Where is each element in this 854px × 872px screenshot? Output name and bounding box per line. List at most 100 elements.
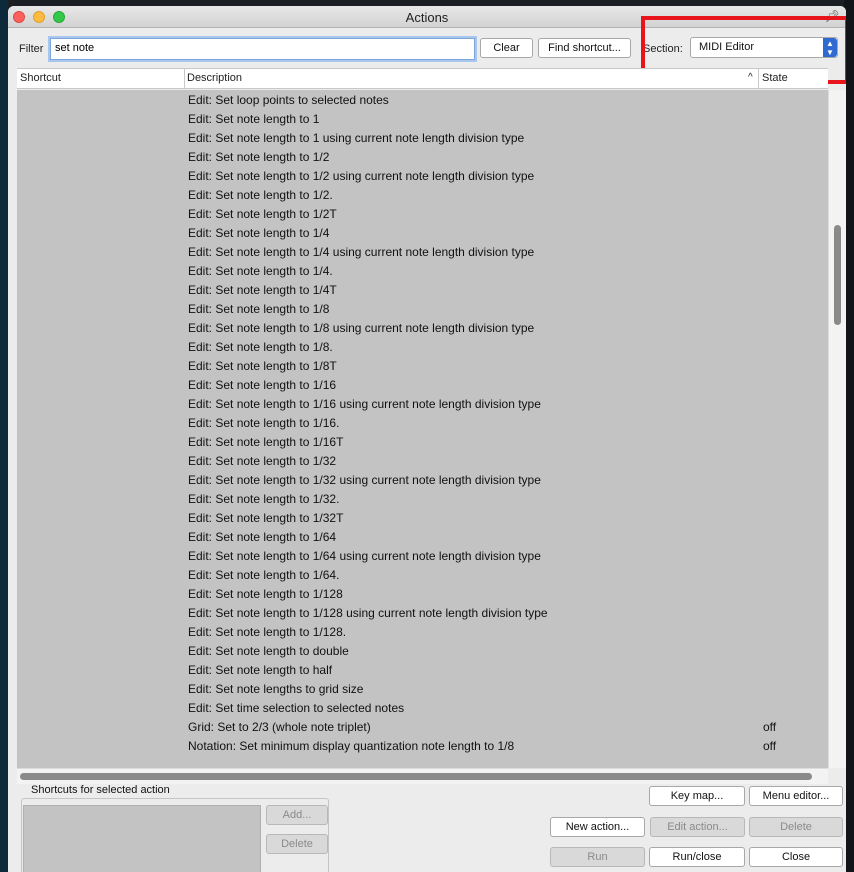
table-row[interactable]: Edit: Set note lengths to grid size xyxy=(17,679,828,698)
table-row[interactable]: Edit: Set note length to double xyxy=(17,641,828,660)
table-row[interactable]: Edit: Set note length to 1/128 xyxy=(17,584,828,603)
filter-label: Filter xyxy=(19,43,44,55)
table-row[interactable]: Edit: Set note length to 1/128. xyxy=(17,622,828,641)
row-description: Edit: Set note length to 1/2 xyxy=(188,150,330,164)
row-description: Edit: Set note length to 1/8 using curre… xyxy=(188,321,535,335)
table-row[interactable]: Edit: Set note length to 1/16T xyxy=(17,432,828,451)
row-description: Edit: Set note length to 1/8 xyxy=(188,302,330,316)
table-row[interactable]: Edit: Set note length to 1/16 xyxy=(17,375,828,394)
row-description: Edit: Set loop points to selected notes xyxy=(188,93,389,107)
row-state: off xyxy=(763,720,777,734)
table-row[interactable]: Edit: Set note length to 1/8. xyxy=(17,337,828,356)
row-description: Edit: Set note length to half xyxy=(188,663,333,677)
table-row[interactable]: Edit: Set note length to 1/32T xyxy=(17,508,828,527)
table-row[interactable]: Edit: Set note length to 1/4T xyxy=(17,280,828,299)
shortcuts-group-title: Shortcuts for selected action xyxy=(29,784,172,796)
table-row[interactable]: Edit: Set note length to 1/32. xyxy=(17,489,828,508)
table-row[interactable]: Edit: Set note length to 1/2T xyxy=(17,204,828,223)
row-description: Notation: Set minimum display quantizati… xyxy=(188,739,515,753)
row-description: Edit: Set note length to 1/16. xyxy=(188,416,340,430)
column-state[interactable]: State xyxy=(762,72,788,84)
table-row[interactable]: Edit: Set note length to 1/64. xyxy=(17,565,828,584)
row-description: Edit: Set note length to 1/32T xyxy=(188,511,344,525)
row-description: Edit: Set note length to 1/8. xyxy=(188,340,333,354)
row-description: Edit: Set note length to 1/32 using curr… xyxy=(188,473,541,487)
table-row[interactable]: Edit: Set note length to 1/8 xyxy=(17,299,828,318)
table-row[interactable]: Notation: Set minimum display quantizati… xyxy=(17,736,828,755)
column-divider[interactable] xyxy=(184,69,185,89)
row-description: Edit: Set note length to double xyxy=(188,644,349,658)
row-description: Edit: Set note length to 1/16T xyxy=(188,435,344,449)
table-row[interactable]: Edit: Set note length to 1 xyxy=(17,109,828,128)
table-row[interactable]: Edit: Set note length to 1/4 using curre… xyxy=(17,242,828,261)
row-description: Edit: Set note length to 1/2. xyxy=(188,188,333,202)
row-description: Edit: Set note length to 1/4. xyxy=(188,264,333,278)
row-description: Grid: Set to 2/3 (whole note triplet) xyxy=(188,720,371,734)
find-shortcut-button[interactable]: Find shortcut... xyxy=(538,38,631,58)
table-row[interactable]: Grid: Set to 2/3 (whole note triplet) off xyxy=(17,717,828,736)
row-description: Edit: Set note length to 1/4 using curre… xyxy=(188,245,535,259)
row-description: Edit: Set note length to 1 using current… xyxy=(188,131,525,145)
column-shortcut[interactable]: Shortcut xyxy=(20,72,61,84)
row-description: Edit: Set note length to 1/16 xyxy=(188,378,337,392)
table-row[interactable]: Edit: Set note length to 1/8 using curre… xyxy=(17,318,828,337)
table-row[interactable]: Edit: Set note length to 1/2. xyxy=(17,185,828,204)
clear-button[interactable]: Clear xyxy=(480,38,533,58)
add-shortcut-button[interactable]: Add... xyxy=(266,805,328,825)
table-row[interactable]: Edit: Set note length to 1/4. xyxy=(17,261,828,280)
filter-input[interactable]: set note xyxy=(50,38,475,60)
table-row[interactable]: Edit: Set note length to 1/32 using curr… xyxy=(17,470,828,489)
key-map-button[interactable]: Key map... xyxy=(649,786,745,806)
row-description: Edit: Set note length to 1/64. xyxy=(188,568,340,582)
sort-ascending-icon: ^ xyxy=(748,72,753,83)
row-description: Edit: Set note length to 1/2T xyxy=(188,207,337,221)
delete-shortcut-button[interactable]: Delete xyxy=(266,834,328,854)
edit-action-button[interactable]: Edit action... xyxy=(650,817,745,837)
row-state: off xyxy=(763,739,777,753)
table-header: Shortcut Description ^ State xyxy=(17,68,828,89)
shortcut-list[interactable] xyxy=(23,805,261,872)
table-row[interactable]: Edit: Set note length to half xyxy=(17,660,828,679)
row-description: Edit: Set note length to 1/128 using cur… xyxy=(188,606,548,620)
table-row[interactable]: Edit: Set note length to 1/64 using curr… xyxy=(17,546,828,565)
row-description: Edit: Set note length to 1/8T xyxy=(188,359,337,373)
table-row[interactable]: Edit: Set note length to 1/8T xyxy=(17,356,828,375)
table-row[interactable]: Edit: Set note length to 1 using current… xyxy=(17,128,828,147)
row-description: Edit: Set time selection to selected not… xyxy=(188,701,405,715)
row-description: Edit: Set note length to 1/32 xyxy=(188,454,337,468)
table-row[interactable]: Edit: Set note length to 1/2 using curre… xyxy=(17,166,828,185)
table-row[interactable]: Edit: Set note length to 1/16 using curr… xyxy=(17,394,828,413)
background-app-strip xyxy=(0,0,8,872)
row-description: Edit: Set note length to 1/16 using curr… xyxy=(188,397,541,411)
table-row[interactable]: Edit: Set note length to 1/4 xyxy=(17,223,828,242)
vertical-scrollbar[interactable] xyxy=(828,90,846,768)
row-description: Edit: Set note lengths to grid size xyxy=(188,682,364,696)
actions-list[interactable]: Edit: Set loop points to selected notes … xyxy=(17,90,828,768)
row-description: Edit: Set note length to 1/32. xyxy=(188,492,340,506)
column-description[interactable]: Description xyxy=(187,72,242,84)
row-description: Edit: Set note length to 1/128 xyxy=(188,587,343,601)
horizontal-scroll-thumb[interactable] xyxy=(20,773,812,780)
table-row[interactable]: Edit: Set note length to 1/64 xyxy=(17,527,828,546)
vertical-scroll-thumb[interactable] xyxy=(834,225,841,325)
menu-editor-button[interactable]: Menu editor... xyxy=(749,786,843,806)
table-row[interactable]: Edit: Set note length to 1/2 xyxy=(17,147,828,166)
run-button[interactable]: Run xyxy=(550,847,645,867)
row-description: Edit: Set note length to 1 xyxy=(188,112,320,126)
actions-window: Actions 📌︎ Filter set note Clear Find sh… xyxy=(8,6,846,872)
table-row[interactable]: Edit: Set note length to 1/128 using cur… xyxy=(17,603,828,622)
delete-action-button[interactable]: Delete xyxy=(749,817,843,837)
row-description: Edit: Set note length to 1/4T xyxy=(188,283,337,297)
column-divider[interactable] xyxy=(758,69,759,89)
new-action-button[interactable]: New action... xyxy=(550,817,645,837)
table-row[interactable]: Edit: Set time selection to selected not… xyxy=(17,698,828,717)
run-close-button[interactable]: Run/close xyxy=(649,847,745,867)
row-description: Edit: Set note length to 1/64 using curr… xyxy=(188,549,541,563)
row-description: Edit: Set note length to 1/2 using curre… xyxy=(188,169,535,183)
close-button[interactable]: Close xyxy=(749,847,843,867)
table-row[interactable]: Edit: Set note length to 1/32 xyxy=(17,451,828,470)
table-row[interactable]: Edit: Set note length to 1/16. xyxy=(17,413,828,432)
row-description: Edit: Set note length to 1/64 xyxy=(188,530,337,544)
horizontal-scrollbar[interactable] xyxy=(17,768,828,784)
table-row[interactable]: Edit: Set loop points to selected notes xyxy=(17,90,828,109)
